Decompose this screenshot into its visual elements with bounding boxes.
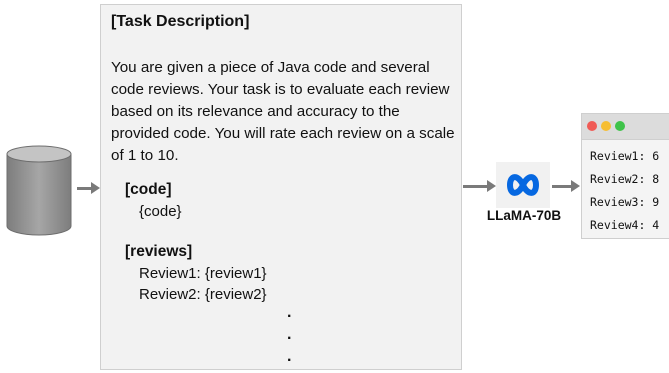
arrow-to-output-head: [571, 180, 580, 192]
review-score-3: Review3: 9: [590, 195, 660, 209]
task-description-text: You are given a piece of Java code and s…: [111, 59, 455, 164]
close-light-icon: [587, 121, 597, 131]
arrow-to-prompt-head: [91, 182, 100, 194]
continuation-dot: .: [287, 326, 292, 343]
review-score-4: Review4: 4: [590, 218, 660, 232]
model-label: LLaMA-70B: [486, 208, 562, 223]
continuation-dot: .: [287, 304, 292, 321]
review-score-1: Review1: 6: [590, 149, 660, 163]
window-title-bar: [582, 114, 669, 140]
meta-infinity-icon: [496, 162, 550, 208]
arrow-to-output: [552, 185, 572, 188]
review-line-2: Review2: {review2}: [139, 286, 267, 303]
output-window: Review1: 6 Review2: 8 Review3: 9 Review4…: [581, 113, 669, 239]
maximize-light-icon: [615, 121, 625, 131]
code-section-header: [code]: [125, 181, 172, 198]
arrow-to-model-head: [487, 180, 496, 192]
task-description-title: [Task Description]: [111, 13, 250, 30]
prompt-card: [Task Description] You are given a piece…: [100, 4, 462, 370]
arrow-to-prompt: [77, 187, 92, 190]
code-placeholder: {code}: [139, 203, 182, 220]
review-line-1: Review1: {review1}: [139, 265, 267, 282]
review-score-2: Review2: 8: [590, 172, 660, 186]
reviews-section-header: [reviews]: [125, 243, 193, 260]
minimize-light-icon: [601, 121, 611, 131]
arrow-to-model: [463, 185, 488, 188]
database-cylinder-icon: [6, 145, 72, 236]
continuation-dot: .: [287, 348, 292, 365]
